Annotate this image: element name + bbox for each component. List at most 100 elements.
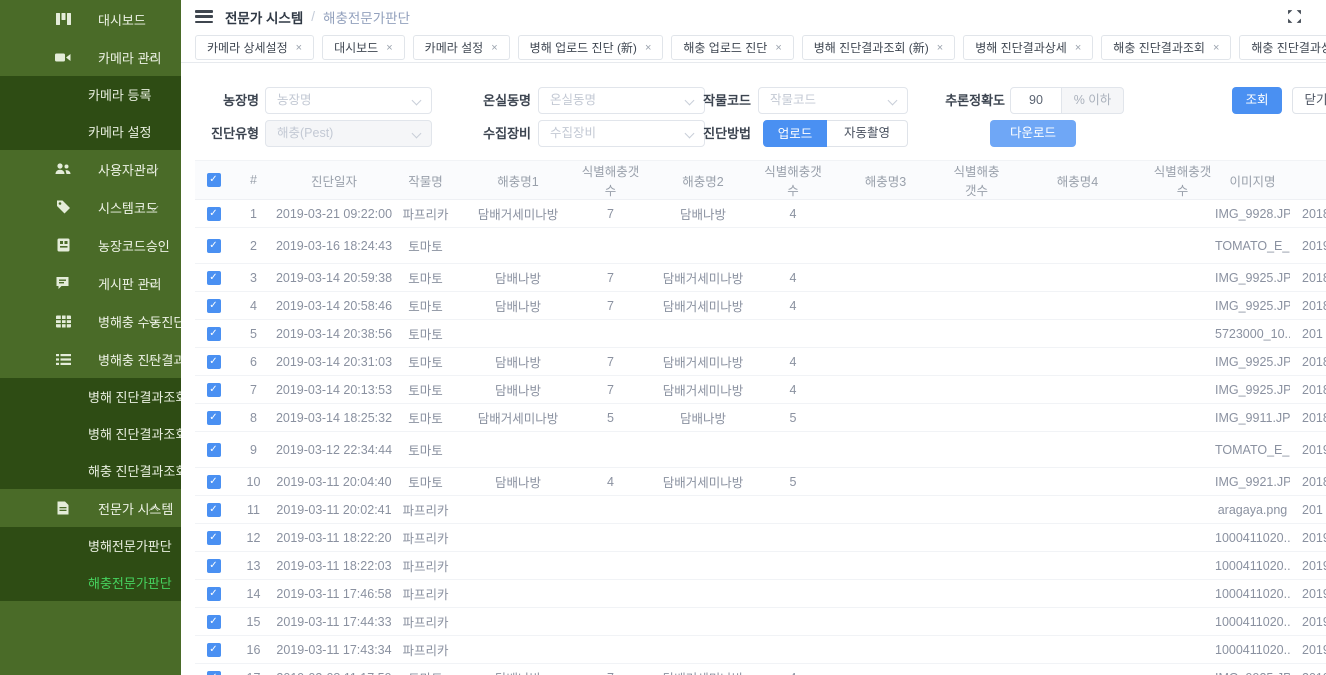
device-select[interactable]: 수집장비 xyxy=(538,120,705,147)
method-upload-button[interactable]: 업로드 xyxy=(763,120,827,147)
tab-camera-detail-settings[interactable]: 카메라 상세설정× xyxy=(195,35,314,60)
download-button[interactable]: 다운로드 xyxy=(990,120,1076,147)
row-checkbox[interactable]: ✓ xyxy=(195,320,232,348)
sidebar-item-dashboard[interactable]: 대시보드 xyxy=(0,0,181,38)
tab-disease-upload-diagnosis-new[interactable]: 병해 업로드 진단 (新)× xyxy=(518,35,664,60)
row-checkbox[interactable]: ✓ xyxy=(195,664,232,675)
checkbox-icon[interactable]: ✓ xyxy=(207,587,221,601)
table-row[interactable]: ✓ 15 2019-03-11 17:44:33 파프리카 1000411020… xyxy=(195,608,1326,636)
table-row[interactable]: ✓ 5 2019-03-14 20:38:56 토마토 5723000_10..… xyxy=(195,320,1326,348)
tab-pest-upload-diagnosis[interactable]: 해충 업로드 진단× xyxy=(671,35,793,60)
row-checkbox[interactable]: ✓ xyxy=(195,292,232,320)
method-auto-button[interactable]: 자동촬영 xyxy=(827,120,908,147)
table-row[interactable]: ✓ 4 2019-03-14 20:58:46 토마토 담배나방 7 담배거세미… xyxy=(195,292,1326,320)
sidebar-item-user-management[interactable]: 사용자관리 xyxy=(0,150,181,188)
row-checkbox[interactable]: ✓ xyxy=(195,264,232,292)
row-checkbox[interactable]: ✓ xyxy=(195,580,232,608)
sidebar-item-manual-diagnosis[interactable]: 병해충 수동진단 xyxy=(0,302,181,340)
table-row[interactable]: ✓ 10 2019-03-11 20:04:40 토마토 담배나방 4 담배거세… xyxy=(195,468,1326,496)
checkbox-icon[interactable]: ✓ xyxy=(207,239,221,253)
fullscreen-icon[interactable] xyxy=(1287,9,1302,29)
sidebar-item-board-management[interactable]: 게시판 관리 xyxy=(0,264,181,302)
table-row[interactable]: ✓ 3 2019-03-14 20:59:38 토마토 담배나방 7 담배거세미… xyxy=(195,264,1326,292)
checkbox-icon[interactable]: ✓ xyxy=(207,475,221,489)
row-checkbox[interactable]: ✓ xyxy=(195,432,232,468)
table-row[interactable]: ✓ 17 2019-03-08 11:17:59 토마토 담배나방 7 담배거세… xyxy=(195,664,1326,675)
tab-pest-result-detail[interactable]: 해충 진단결과상세× xyxy=(1239,35,1326,60)
table-row[interactable]: ✓ 12 2019-03-11 18:22:20 파프리카 1000411020… xyxy=(195,524,1326,552)
sidebar-item-farm-code-approval[interactable]: 농장코드승인 xyxy=(0,226,181,264)
checkbox-icon[interactable]: ✓ xyxy=(207,503,221,517)
row-checkbox[interactable]: ✓ xyxy=(195,348,232,376)
close-icon[interactable]: × xyxy=(386,42,392,54)
crop-code-select[interactable]: 작물코드 xyxy=(758,87,908,114)
checkbox-icon[interactable]: ✓ xyxy=(207,615,221,629)
sidebar-item-disease-result-new[interactable]: 병해 진단결과조회 (新) xyxy=(0,378,181,415)
table-row[interactable]: ✓ 16 2019-03-11 17:43:34 파프리카 1000411020… xyxy=(195,636,1326,664)
checkbox-icon[interactable]: ✓ xyxy=(207,173,221,187)
row-checkbox[interactable]: ✓ xyxy=(195,468,232,496)
checkbox-icon[interactable]: ✓ xyxy=(207,443,221,457)
sidebar-item-camera-register[interactable]: 카메라 등록 xyxy=(0,76,181,113)
sidebar-item-camera-management[interactable]: 카메라 관리 xyxy=(0,38,181,76)
table-row[interactable]: ✓ 2 2019-03-16 18:24:43 토마토 TOMATO_E_... xyxy=(195,228,1326,264)
table-row[interactable]: ✓ 9 2019-03-12 22:34:44 토마토 TOMATO_E_... xyxy=(195,432,1326,468)
sidebar-item-system-code[interactable]: 시스템코드 xyxy=(0,188,181,226)
row-checkbox[interactable]: ✓ xyxy=(195,200,232,228)
close-icon[interactable]: × xyxy=(491,42,497,54)
checkbox-icon[interactable]: ✓ xyxy=(207,299,221,313)
close-icon[interactable]: × xyxy=(1213,42,1219,54)
checkbox-icon[interactable]: ✓ xyxy=(207,355,221,369)
close-icon[interactable]: × xyxy=(775,42,781,54)
method-label: 진단방법 xyxy=(681,120,751,147)
sidebar-item-disease-result-old[interactable]: 병해 진단결과조회 (舊) xyxy=(0,415,181,452)
sidebar-item-pest-result[interactable]: 해충 진단결과조회 xyxy=(0,452,181,489)
table-row[interactable]: ✓ 13 2019-03-11 18:22:03 파프리카 1000411020… xyxy=(195,552,1326,580)
row-checkbox[interactable]: ✓ xyxy=(195,404,232,432)
farm-name-select[interactable]: 농장명 xyxy=(265,87,432,114)
checkbox-icon[interactable]: ✓ xyxy=(207,531,221,545)
row-checkbox[interactable]: ✓ xyxy=(195,608,232,636)
checkbox-icon[interactable]: ✓ xyxy=(207,327,221,341)
table-row[interactable]: ✓ 14 2019-03-11 17:46:58 파프리카 1000411020… xyxy=(195,580,1326,608)
search-button[interactable]: 조회 xyxy=(1232,87,1282,114)
sidebar-item-camera-settings[interactable]: 카메라 설정 xyxy=(0,113,181,150)
checkbox-icon[interactable]: ✓ xyxy=(207,559,221,573)
tab-disease-result-detail[interactable]: 병해 진단결과상세× xyxy=(963,35,1093,60)
greenhouse-select[interactable]: 온실동명 xyxy=(538,87,705,114)
checkbox-icon[interactable]: ✓ xyxy=(207,207,221,221)
row-checkbox[interactable]: ✓ xyxy=(195,228,232,264)
row-checkbox[interactable]: ✓ xyxy=(195,552,232,580)
tab-disease-result-inquiry-new[interactable]: 병해 진단결과조회 (新)× xyxy=(802,35,955,60)
close-icon[interactable]: × xyxy=(645,42,651,54)
checkbox-icon[interactable]: ✓ xyxy=(207,411,221,425)
row-checkbox[interactable]: ✓ xyxy=(195,524,232,552)
checkbox-icon[interactable]: ✓ xyxy=(207,643,221,657)
table-row[interactable]: ✓ 1 2019-03-21 09:22:00 파프리카 담배거세미나방 7 담… xyxy=(195,200,1326,228)
tab-camera-settings[interactable]: 카메라 설정× xyxy=(413,35,510,60)
table-row[interactable]: ✓ 11 2019-03-11 20:02:41 파프리카 aragaya.pn… xyxy=(195,496,1326,524)
row-checkbox[interactable]: ✓ xyxy=(195,636,232,664)
row-checkbox[interactable]: ✓ xyxy=(195,496,232,524)
sidebar-item-pest-expert[interactable]: 해충전문가판단 xyxy=(0,564,181,601)
sidebar-item-disease-expert[interactable]: 병해전문가판단 xyxy=(0,527,181,564)
menu-icon[interactable] xyxy=(195,10,213,23)
accuracy-input[interactable]: 90 xyxy=(1010,87,1062,114)
row-checkbox[interactable]: ✓ xyxy=(195,376,232,404)
sidebar-item-expert-system[interactable]: 전문가 시스템 xyxy=(0,489,181,527)
tab-dashboard[interactable]: 대시보드× xyxy=(322,35,405,60)
tab-pest-result-inquiry[interactable]: 해충 진단결과조회× xyxy=(1101,35,1231,60)
checkbox-icon[interactable]: ✓ xyxy=(207,271,221,285)
table-row[interactable]: ✓ 7 2019-03-14 20:13:53 토마토 담배나방 7 담배거세미… xyxy=(195,376,1326,404)
sidebar-item-diagnosis-result[interactable]: 병해충 진단결과 xyxy=(0,340,181,378)
checkbox-icon[interactable]: ✓ xyxy=(207,671,221,675)
close-icon[interactable]: × xyxy=(296,42,302,54)
diagnosis-type-select[interactable]: 해충(Pest) xyxy=(265,120,432,147)
checkbox-icon[interactable]: ✓ xyxy=(207,383,221,397)
table-row[interactable]: ✓ 6 2019-03-14 20:31:03 토마토 담배나방 7 담배거세미… xyxy=(195,348,1326,376)
table-row[interactable]: ✓ 8 2019-03-14 18:25:32 토마토 담배거세미나방 5 담배… xyxy=(195,404,1326,432)
close-button[interactable]: 닫기 xyxy=(1292,87,1326,114)
select-all-checkbox[interactable]: ✓ xyxy=(195,161,232,200)
close-icon[interactable]: × xyxy=(937,42,943,54)
close-icon[interactable]: × xyxy=(1075,42,1081,54)
